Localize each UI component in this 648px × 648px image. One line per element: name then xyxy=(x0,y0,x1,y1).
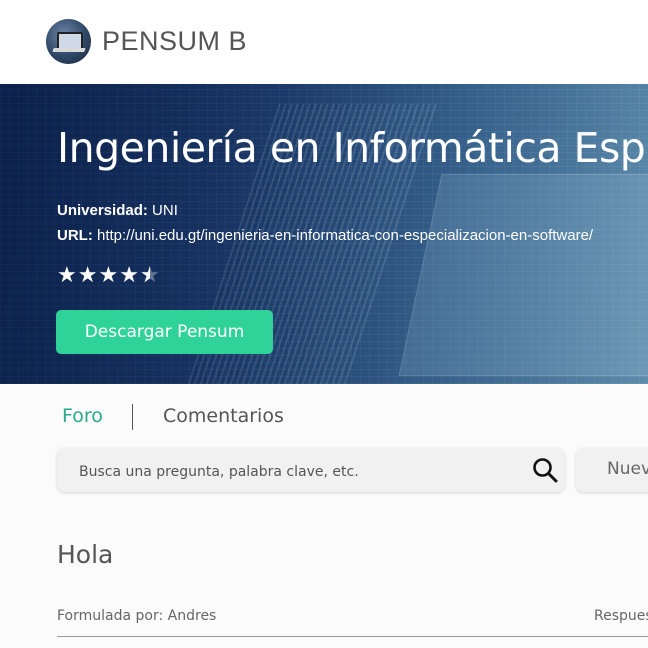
search-bar xyxy=(57,448,565,492)
divider xyxy=(57,636,648,637)
question-title[interactable]: Hola xyxy=(57,540,113,569)
download-pensum-button[interactable]: Descargar Pensum xyxy=(56,310,273,354)
url-value[interactable]: http://uni.edu.gt/ingenieria-en-informat… xyxy=(97,227,593,244)
star-icon: ★ xyxy=(119,262,140,287)
tab-foro[interactable]: Foro xyxy=(62,405,103,427)
university-label: Universidad: xyxy=(57,202,148,219)
star-icon: ★ xyxy=(98,262,120,287)
brand-name[interactable]: PENSUM B xyxy=(102,26,247,57)
university-value: UNI xyxy=(152,202,178,219)
tab-comentarios[interactable]: Comentarios xyxy=(163,405,284,427)
star-icon: ★ xyxy=(77,262,99,287)
star-icon: ★ xyxy=(57,262,78,287)
university-info: Universidad: UNI xyxy=(57,202,178,219)
half-star-icon: ★ xyxy=(140,262,161,288)
question-author: Formulada por: Andres xyxy=(57,608,217,624)
laptop-logo-icon[interactable] xyxy=(46,19,91,64)
search-icon[interactable] xyxy=(532,457,558,483)
page-title: Ingeniería en Informática Esp. Software xyxy=(57,124,648,172)
top-navbar: PENSUM B xyxy=(0,0,648,84)
url-info: URL: http://uni.edu.gt/ingenieria-en-inf… xyxy=(57,227,593,244)
hero-banner: Ingeniería en Informática Esp. Software … xyxy=(0,84,648,384)
tab-divider xyxy=(132,404,133,430)
question-replies: Respuestas xyxy=(594,608,648,624)
new-question-button[interactable]: Nueva xyxy=(576,448,648,492)
new-question-label: Nueva xyxy=(607,459,648,479)
search-input[interactable] xyxy=(77,460,521,484)
rating-stars[interactable]: ★★★★★ xyxy=(57,262,161,288)
url-label: URL: xyxy=(57,227,93,244)
